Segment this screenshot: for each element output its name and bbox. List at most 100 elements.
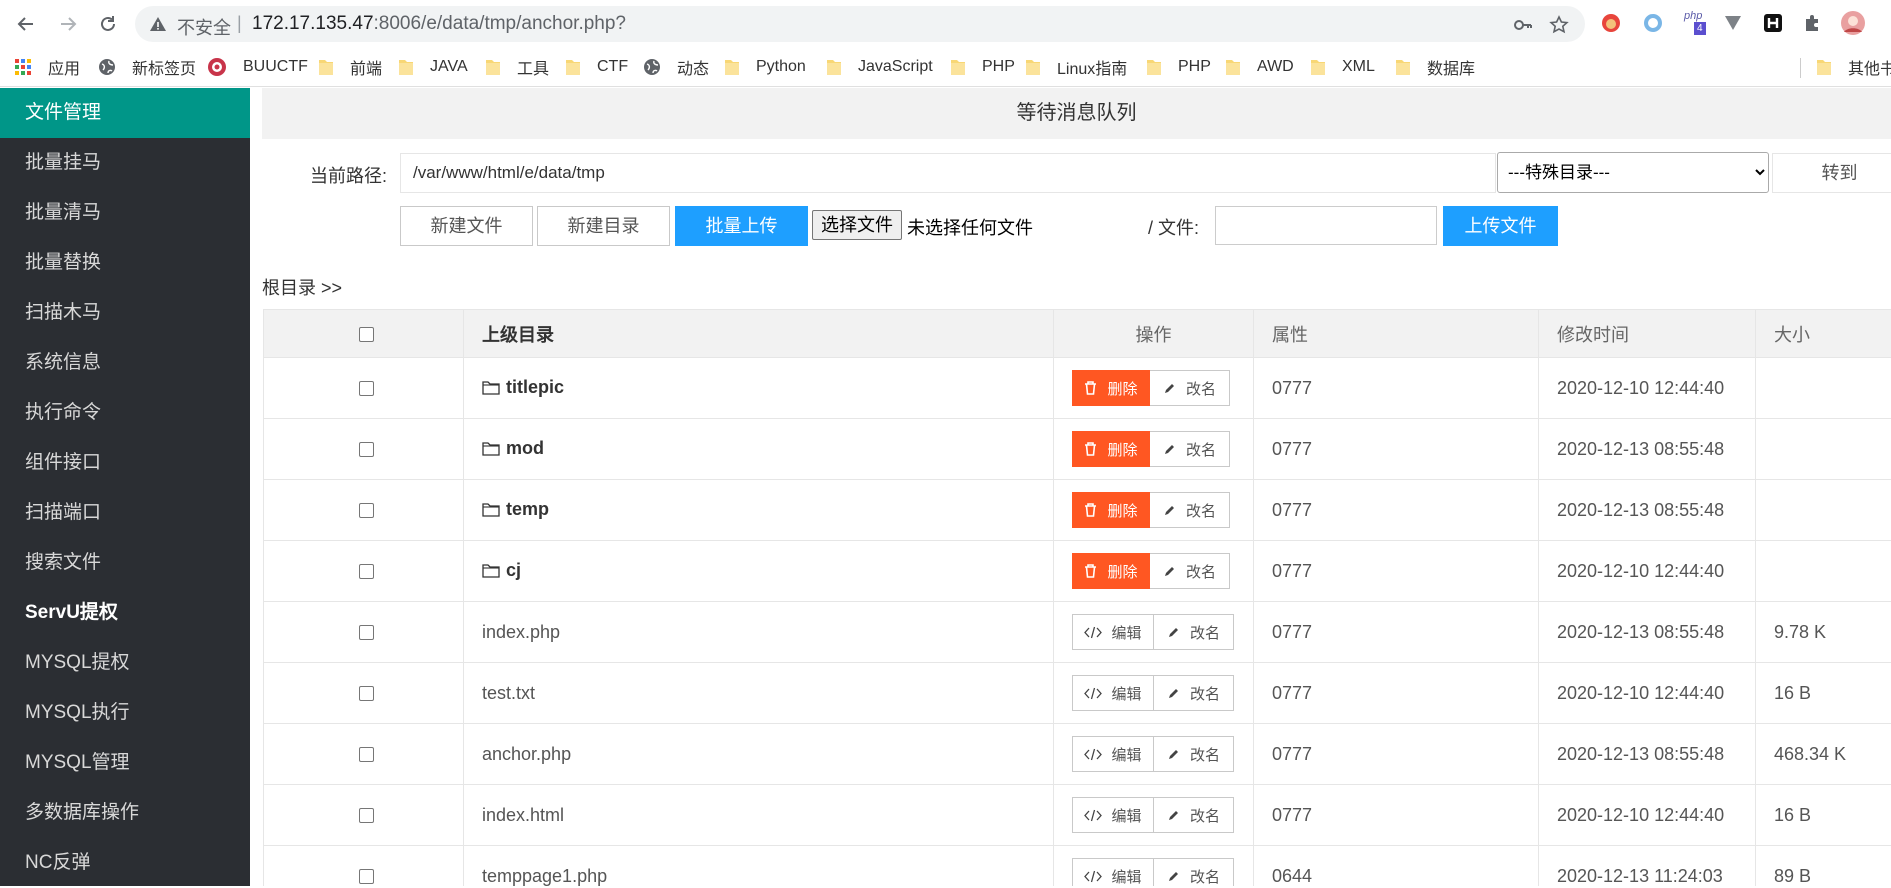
rename-button[interactable]: 改名: [1150, 492, 1230, 528]
rename-button[interactable]: 改名: [1154, 797, 1234, 833]
delete-button[interactable]: 删除: [1072, 553, 1150, 589]
row-checkbox[interactable]: [359, 747, 374, 762]
sidebar-item[interactable]: MYSQL提权: [0, 638, 250, 688]
current-path-label: 当前路径:: [310, 162, 387, 188]
bookmark-item[interactable]: BUUCTF: [207, 54, 308, 80]
extension-h-icon[interactable]: [1760, 10, 1786, 36]
sidebar-item[interactable]: MYSQL执行: [0, 688, 250, 738]
sidebar-item[interactable]: 组件接口: [0, 438, 250, 488]
directory-name-link[interactable]: temp: [506, 499, 549, 519]
delete-button[interactable]: 删除: [1072, 431, 1150, 467]
header-parent-dir[interactable]: 上级目录: [464, 310, 1054, 358]
rename-button[interactable]: 改名: [1150, 370, 1230, 406]
directory-name-link[interactable]: titlepic: [506, 377, 564, 397]
bookmark-item[interactable]: Linux指南: [1025, 54, 1127, 80]
rename-button[interactable]: 改名: [1150, 431, 1230, 467]
file-name-link[interactable]: temppage1.php: [482, 866, 607, 886]
edit-button[interactable]: 编辑: [1072, 614, 1154, 650]
file-name-link[interactable]: test.txt: [482, 683, 535, 703]
star-icon[interactable]: [1549, 15, 1569, 35]
rename-button[interactable]: 改名: [1150, 553, 1230, 589]
bookmark-item[interactable]: 应用: [14, 54, 80, 80]
upload-file-button[interactable]: 上传文件: [1443, 206, 1558, 246]
sidebar-item[interactable]: ServU提权: [0, 588, 250, 638]
row-checkbox[interactable]: [359, 564, 374, 579]
sidebar-item[interactable]: 批量清马: [0, 188, 250, 238]
profile-avatar-icon[interactable]: [1840, 10, 1866, 36]
row-checkbox[interactable]: [359, 442, 374, 457]
table-header-row: 上级目录 操作 属性 修改时间 大小: [264, 310, 1891, 358]
bookmark-item[interactable]: 数据库: [1395, 54, 1475, 80]
sidebar-item[interactable]: 系统信息: [0, 338, 250, 388]
bookmark-item[interactable]: CTF: [565, 54, 628, 80]
current-path-input[interactable]: [400, 153, 1496, 193]
extension-v-icon[interactable]: [1720, 10, 1746, 36]
sidebar-item[interactable]: 执行命令: [0, 388, 250, 438]
extension-fox-icon[interactable]: [1598, 10, 1624, 36]
breadcrumb[interactable]: 根目录 >>: [262, 274, 342, 300]
attributes-cell: 0777: [1254, 541, 1539, 602]
sidebar-item[interactable]: 文件管理: [0, 88, 250, 138]
new-file-button[interactable]: 新建文件: [400, 206, 533, 246]
edit-button[interactable]: 编辑: [1072, 797, 1154, 833]
extension-php-icon[interactable]: php 4: [1682, 10, 1714, 36]
bookmark-item[interactable]: JAVA: [398, 54, 468, 80]
extensions-puzzle-icon[interactable]: [1800, 10, 1826, 36]
edit-button[interactable]: 编辑: [1072, 858, 1154, 886]
special-directory-select[interactable]: ---特殊目录---: [1497, 152, 1769, 193]
row-checkbox[interactable]: [359, 625, 374, 640]
forward-button[interactable]: [52, 8, 84, 40]
sidebar-item[interactable]: 扫描端口: [0, 488, 250, 538]
rename-button[interactable]: 改名: [1154, 675, 1234, 711]
bookmark-item[interactable]: AWD: [1225, 54, 1294, 80]
bookmark-item[interactable]: 前端: [318, 54, 382, 80]
row-checkbox[interactable]: [359, 381, 374, 396]
reload-button[interactable]: [92, 8, 124, 40]
directory-name-link[interactable]: mod: [506, 438, 544, 458]
bookmark-item[interactable]: 工具: [485, 54, 549, 80]
delete-button[interactable]: 删除: [1072, 370, 1150, 406]
delete-button[interactable]: 删除: [1072, 492, 1150, 528]
file-name-input[interactable]: [1215, 206, 1437, 245]
goto-button[interactable]: 转到: [1772, 153, 1891, 193]
row-checkbox[interactable]: [359, 869, 374, 884]
directory-name-link[interactable]: cj: [506, 560, 521, 580]
file-name-link[interactable]: index.html: [482, 805, 564, 825]
rename-button[interactable]: 改名: [1154, 736, 1234, 772]
bookmark-item[interactable]: 其他书签: [1816, 54, 1891, 80]
operations-cell: 编辑改名: [1054, 724, 1254, 785]
bookmark-item[interactable]: Python: [724, 54, 806, 80]
sidebar-item[interactable]: 搜索文件: [0, 538, 250, 588]
file-name-link[interactable]: index.php: [482, 622, 560, 642]
bookmark-item[interactable]: XML: [1310, 54, 1375, 80]
bookmark-item[interactable]: 动态: [643, 54, 709, 80]
choose-file-button[interactable]: 选择文件: [812, 210, 902, 240]
bookmark-item[interactable]: PHP: [1146, 54, 1211, 80]
back-button[interactable]: [10, 8, 42, 40]
edit-button[interactable]: 编辑: [1072, 675, 1154, 711]
bookmark-item[interactable]: JavaScript: [826, 54, 933, 80]
select-all-checkbox[interactable]: [359, 327, 374, 342]
new-directory-button[interactable]: 新建目录: [537, 206, 670, 246]
row-checkbox[interactable]: [359, 686, 374, 701]
sidebar-item[interactable]: 扫描木马: [0, 288, 250, 338]
rename-button[interactable]: 改名: [1154, 614, 1234, 650]
batch-upload-button[interactable]: 批量上传: [675, 206, 808, 246]
row-checkbox[interactable]: [359, 503, 374, 518]
row-checkbox[interactable]: [359, 808, 374, 823]
bookmark-item[interactable]: 新标签页: [98, 54, 196, 80]
sidebar-item[interactable]: 多数据库操作: [0, 788, 250, 838]
sidebar-item[interactable]: 批量替换: [0, 238, 250, 288]
sidebar-item[interactable]: MYSQL管理: [0, 738, 250, 788]
bookmark-item[interactable]: PHP: [950, 54, 1015, 80]
modified-time-cell: 2020-12-10 12:44:40: [1539, 541, 1756, 602]
key-icon[interactable]: [1513, 15, 1533, 35]
extension-ring-icon[interactable]: [1640, 10, 1666, 36]
size-cell: [1756, 419, 1891, 480]
sidebar-item[interactable]: 批量挂马: [0, 138, 250, 188]
rename-button[interactable]: 改名: [1154, 858, 1234, 886]
file-name-link[interactable]: anchor.php: [482, 744, 571, 764]
address-bar[interactable]: 不安全 | 172.17.135.47:8006/e/data/tmp/anch…: [135, 6, 1585, 42]
sidebar-item[interactable]: NC反弹: [0, 838, 250, 888]
edit-button[interactable]: 编辑: [1072, 736, 1154, 772]
